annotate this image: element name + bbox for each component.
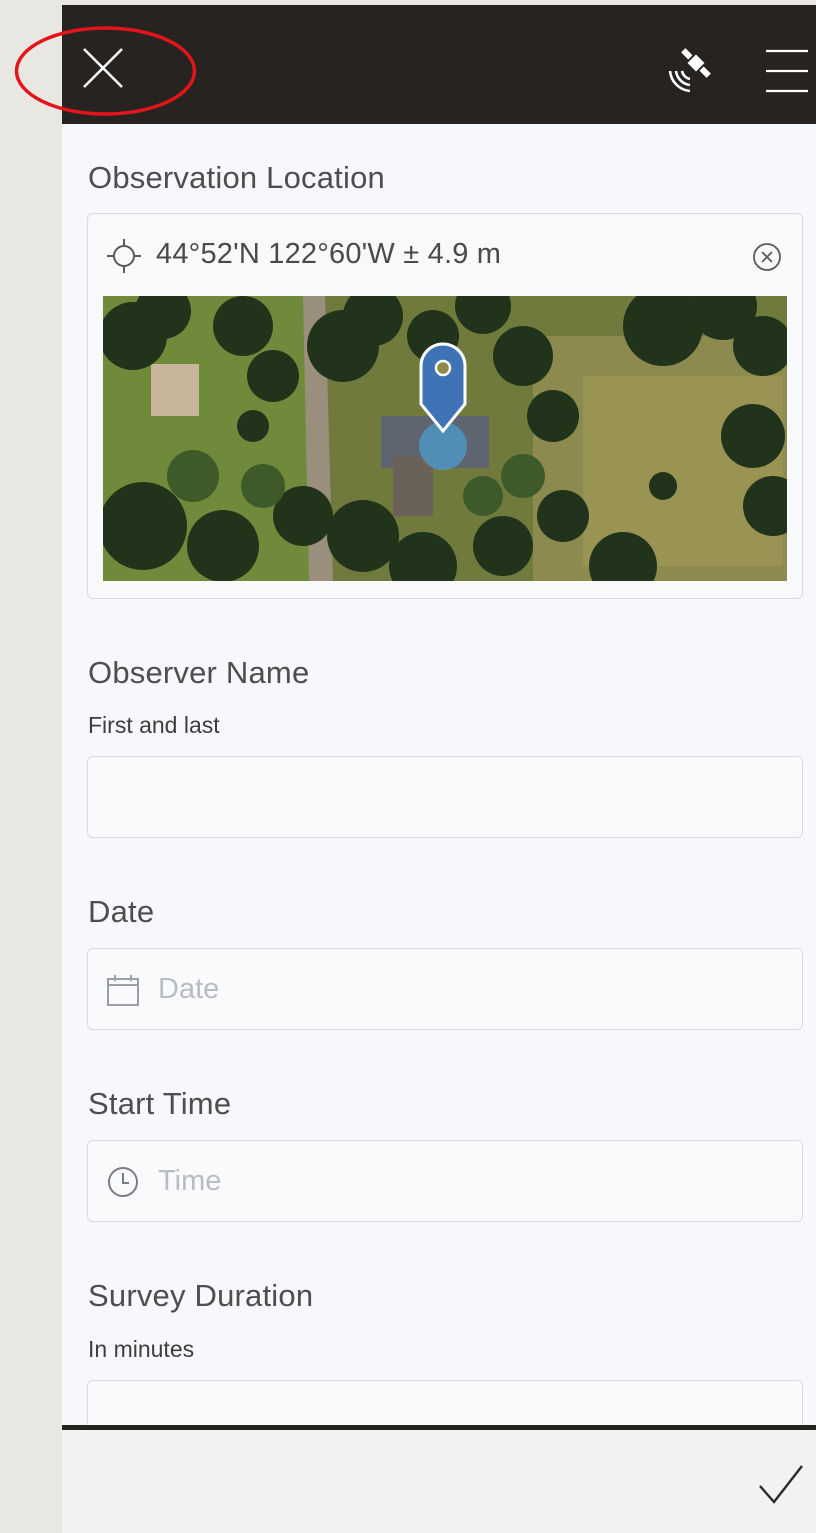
start-time-label: Start Time bbox=[88, 1086, 232, 1121]
location-card: 44°52'N 122°60'W ± 4.9 m bbox=[87, 213, 803, 599]
close-icon bbox=[83, 48, 123, 88]
calendar-icon bbox=[107, 975, 139, 1006]
date-placeholder: Date bbox=[158, 973, 220, 1005]
submit-button[interactable] bbox=[756, 1460, 806, 1508]
observer-name-input[interactable] bbox=[87, 756, 803, 838]
hamburger-menu-icon bbox=[766, 49, 808, 93]
menu-button[interactable] bbox=[764, 45, 810, 97]
survey-duration-input[interactable] bbox=[87, 1380, 803, 1430]
location-coordinates: 44°52'N 122°60'W ± 4.9 m bbox=[156, 238, 502, 270]
close-button[interactable] bbox=[78, 43, 128, 93]
satellite-map-image bbox=[103, 296, 787, 581]
observation-location-label: Observation Location bbox=[88, 160, 385, 195]
survey-duration-hint: In minutes bbox=[88, 1336, 195, 1362]
observer-name-label: Observer Name bbox=[88, 655, 310, 690]
crosshair-icon bbox=[107, 239, 141, 273]
clock-icon bbox=[108, 1167, 138, 1197]
time-placeholder: Time bbox=[158, 1165, 222, 1197]
checkmark-icon bbox=[759, 1465, 803, 1504]
gps-satellite-icon bbox=[668, 48, 711, 93]
gps-status-button[interactable] bbox=[662, 41, 720, 99]
clear-circle-x-icon bbox=[753, 243, 781, 271]
date-label: Date bbox=[88, 894, 155, 929]
bottom-action-bar bbox=[62, 1425, 816, 1533]
date-input[interactable]: Date bbox=[87, 948, 803, 1030]
location-map[interactable] bbox=[103, 296, 787, 581]
clear-location-button[interactable] bbox=[752, 242, 782, 272]
survey-form-screen: Observation Location 44°52'N 122°60'W ± … bbox=[14, 0, 816, 1533]
top-toolbar bbox=[62, 0, 816, 124]
survey-duration-label: Survey Duration bbox=[88, 1278, 314, 1313]
start-time-input[interactable]: Time bbox=[87, 1140, 803, 1222]
observer-name-hint: First and last bbox=[88, 712, 220, 738]
